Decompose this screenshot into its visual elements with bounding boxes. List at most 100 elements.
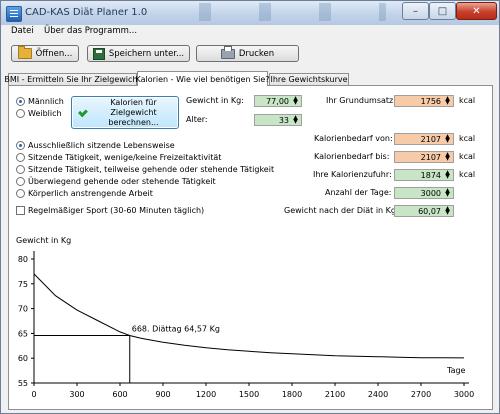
tab-weight-curve[interactable]: Ihre Gewichtskurve [269,73,349,85]
x-tick-label: 2700 [411,390,431,399]
x-tick-label: 1500 [239,390,259,399]
intake-field[interactable]: 1874 ▲ ▼ [394,169,454,181]
y-tick-label: 80 [18,255,28,264]
bmr-label: Ihr Grundumsatz: [326,96,396,105]
maximize-button[interactable]: □ [429,2,456,20]
print-button-label: Drucken [238,48,275,59]
save-as-button[interactable]: Speichern unter... [87,45,190,62]
need-from-spinner[interactable]: ▲ ▼ [443,134,452,144]
titlebar-background-decoration [171,3,386,21]
app-window: CAD-KAS Diät Planer 1.0 – □ ✕ Datei Über… [0,0,500,414]
need-from-label: Kalorienbedarf von: [314,134,393,143]
weight-value: 77,00 [266,96,289,106]
calculate-button-line-1: Kalorien für Zielgewicht [110,97,157,117]
x-tick-label: 600 [112,390,127,399]
age-label: Alter: [186,115,208,124]
need-from-field[interactable]: 2107 ▲ ▼ [394,133,454,145]
x-tick-label: 2400 [368,390,388,399]
checkmark-icon [77,106,91,120]
need-to-field[interactable]: 2107 ▲ ▼ [394,151,454,163]
activity-sitting-partly-label: Sitzende Tätigkeit, teilweise gehende od… [28,165,275,174]
end-weight-label: Gewicht nach der Diät in Kg: [284,206,399,215]
open-button-label: Öffnen... [35,48,73,59]
bmr-value: 1756 [420,96,441,106]
y-tick-label: 75 [18,280,28,289]
activity-sitting-little-label: Sitzende Tätigkeit, wenige/keine Freizei… [28,153,222,162]
bmr-field[interactable]: 1756 ▲ ▼ [394,95,454,107]
activity-sedentary-label: Ausschließlich sitzende Lebensweise [28,141,175,150]
minimize-button[interactable]: – [402,2,429,20]
weight-curve-line [33,273,465,359]
need-to-unit: kcal [459,152,476,161]
need-to-value: 2107 [420,152,441,162]
radio-activity-walking[interactable] [16,177,25,186]
sport-checkbox-label: Regelmäßiger Sport (30-60 Minuten täglic… [28,206,205,215]
menu-datei[interactable]: Datei [11,26,34,36]
x-tick-label: 900 [155,390,170,399]
chart-xlabel: Tage [446,366,466,375]
weight-chart: Gewicht in Kg Tage 55 60 65 70 75 80 0 300 600 90… [16,236,474,399]
radio-activity-sitting-partly[interactable] [16,165,25,174]
days-label: Anzahl der Tage: [325,188,392,197]
save-as-button-label: Speichern unter... [108,48,185,59]
x-tick-label: 3000 [454,390,474,399]
close-button[interactable]: ✕ [456,2,497,20]
days-field[interactable]: 3000 ▲ ▼ [394,187,454,199]
activity-physical-label: Körperlich anstrengende Arbeit [28,189,153,198]
intake-unit: kcal [459,170,476,179]
chart-ylabel: Gewicht in Kg [16,236,71,245]
days-spinner[interactable]: ▲ ▼ [443,188,452,198]
tab-bmi[interactable]: BMI - Ermitteln Sie Ihr Zielgewicht [4,73,141,85]
x-tick-label: 1800 [282,390,302,399]
folder-open-icon [17,46,32,59]
age-value: 33 [278,115,289,125]
intake-value: 1874 [420,170,441,180]
radio-female-label: Weiblich [28,109,62,118]
y-tick-label: 55 [18,379,28,388]
open-button[interactable]: Öffnen... [11,45,79,62]
radio-female[interactable] [16,109,25,118]
end-weight-spinner[interactable]: ▲ ▼ [443,206,452,216]
printer-icon [220,45,235,59]
bmr-unit: kcal [459,96,476,105]
annotation-label: 668. Diättag 64,57 Kg [132,325,220,334]
weight-label: Gewicht in Kg: [186,96,244,105]
app-icon [6,6,22,22]
sport-checkbox[interactable] [16,206,25,215]
calculate-button-line-2: berechnen... [108,117,159,127]
weight-field[interactable]: 77,00 ▲ ▼ [254,95,302,107]
age-spinner[interactable]: ▲ ▼ [291,115,300,125]
bmr-spinner[interactable]: ▲ ▼ [443,96,452,106]
need-to-spinner[interactable]: ▲ ▼ [443,152,452,162]
save-icon [92,47,105,60]
end-weight-value: 60,07 [418,206,441,216]
y-tick-label: 60 [18,354,28,363]
window-title: CAD-KAS Diät Planer 1.0 [25,7,148,18]
calculate-button-label: Kalorien für Zielgewicht berechnen... [91,98,178,128]
radio-male[interactable] [16,97,25,106]
days-value: 3000 [420,188,441,198]
radio-activity-physical[interactable] [16,189,25,198]
x-tick-label: 2100 [325,390,345,399]
calculate-calories-button[interactable]: Kalorien für Zielgewicht berechnen... [71,96,179,129]
activity-walking-label: Überwiegend gehende oder stehende Tätigk… [28,177,216,186]
age-field[interactable]: 33 ▲ ▼ [254,114,302,126]
y-tick-label: 65 [18,329,28,338]
menu-about[interactable]: Über das Programm... [44,26,137,36]
radio-activity-sedentary[interactable] [16,141,25,150]
need-to-label: Kalorienbedarf bis: [314,152,390,161]
x-tick-label: 1200 [196,390,216,399]
need-from-unit: kcal [459,134,476,143]
print-button[interactable]: Drucken [196,45,299,62]
radio-activity-sitting-little[interactable] [16,153,25,162]
menu-bar: Datei Über das Programm... [1,25,499,38]
end-weight-field[interactable]: 60,07 ▲ ▼ [394,205,454,217]
tab-calories[interactable]: Kalorien - Wie viel benötigen Sie? [135,71,270,86]
need-from-value: 2107 [420,134,441,144]
x-tick-label: 0 [31,390,36,399]
title-bar: CAD-KAS Diät Planer 1.0 – □ ✕ [1,1,499,26]
x-tick-label: 300 [69,390,84,399]
intake-label: Ihre Kalorienzufuhr: [313,170,392,179]
intake-spinner[interactable]: ▲ ▼ [443,170,452,180]
weight-spinner[interactable]: ▲ ▼ [291,96,300,106]
